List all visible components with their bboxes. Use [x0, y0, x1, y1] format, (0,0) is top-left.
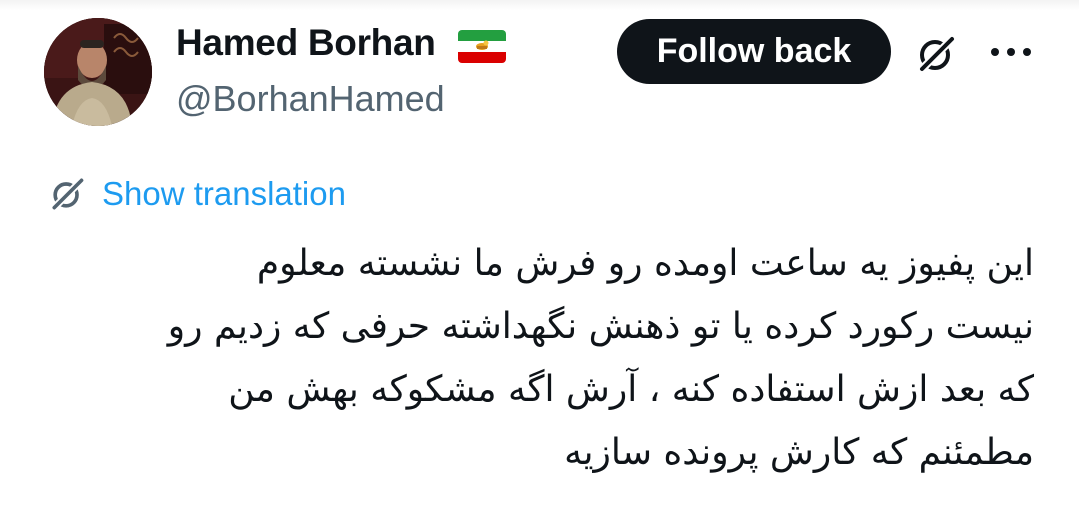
- tweet-line: مطمئنم که کارش پرونده سازیه: [564, 432, 1034, 473]
- show-translation-link[interactable]: Show translation: [46, 172, 346, 216]
- follow-back-button[interactable]: Follow back: [617, 19, 891, 84]
- more-options-icon[interactable]: [986, 32, 1036, 72]
- grok-icon[interactable]: [912, 30, 960, 78]
- tweet-line: نیست رکورد کرده یا تو ذهنش نگهداشته حرفی…: [167, 306, 1034, 347]
- iran-flag-icon: [458, 30, 506, 63]
- avatar-photo: [44, 18, 152, 126]
- user-handle[interactable]: @BorhanHamed: [176, 78, 445, 120]
- tweet-line: که بعد ازش استفاده کنه ، آرش اگه مشکوکه …: [228, 369, 1034, 410]
- display-name[interactable]: Hamed Borhan: [176, 22, 436, 64]
- avatar[interactable]: [44, 18, 152, 126]
- top-edge: [0, 0, 1079, 10]
- tweet-line: این پفیوز یه ساعت اومده رو فرش ما نشسته …: [256, 243, 1034, 284]
- tweet-text: این پفیوز یه ساعت اومده رو فرش ما نشسته …: [40, 232, 1034, 484]
- grok-translate-icon: [46, 173, 88, 215]
- show-translation-label[interactable]: Show translation: [102, 175, 346, 213]
